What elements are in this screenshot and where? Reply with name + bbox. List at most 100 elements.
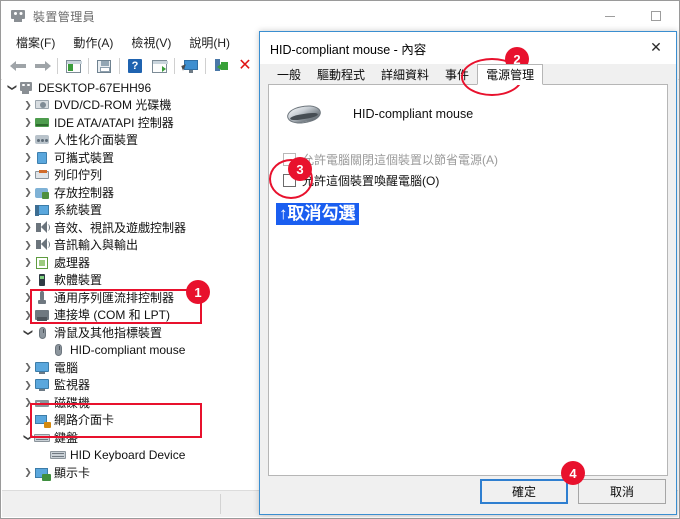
cpu-icon xyxy=(34,256,50,270)
tree-item-label: 顯示卡 xyxy=(54,465,91,480)
tree-item-label: 音訊輸入與輸出 xyxy=(54,238,139,253)
tab-general[interactable]: 一般 xyxy=(269,64,310,85)
tree-item-label: HID-compliant mouse xyxy=(70,343,186,358)
window-title: 裝置管理員 xyxy=(33,9,96,24)
menu-item-file[interactable]: 檔案(F) xyxy=(7,32,64,53)
dvd-icon xyxy=(34,98,50,112)
chevron-right-icon[interactable]: ❯ xyxy=(22,377,34,394)
device-properties-dialog: HID-compliant mouse - 內容 ✕ 一般 驅動程式 詳細資料 … xyxy=(259,31,677,515)
portable-icon xyxy=(34,151,50,165)
tree-item-label: 處理器 xyxy=(54,255,91,270)
tree-item-label: IDE ATA/ATAPI 控制器 xyxy=(54,115,174,130)
tree-item-label: 系統裝置 xyxy=(54,203,103,218)
tree-item-label: 連接埠 (COM 和 LPT) xyxy=(54,308,170,323)
tree-item-label: 滑鼠及其他指標裝置 xyxy=(54,325,163,340)
dialog-title: HID-compliant mouse - 內容 xyxy=(270,42,427,57)
chevron-right-icon[interactable]: ❯ xyxy=(22,97,34,114)
chevron-right-icon[interactable]: ❯ xyxy=(22,272,34,289)
tab-events[interactable]: 事件 xyxy=(437,64,478,85)
device-manager-icon xyxy=(10,8,26,24)
tab-details[interactable]: 詳細資料 xyxy=(373,64,438,85)
annotation-badge-1: 1 xyxy=(186,280,210,304)
annotation-badge-4: 4 xyxy=(561,461,585,485)
tree-item-label: 電腦 xyxy=(54,360,79,375)
hid-icon xyxy=(34,133,50,147)
tab-power-management[interactable]: 電源管理 xyxy=(477,64,544,85)
annotation-uncheck-note: ↑取消勾選 xyxy=(276,203,359,225)
chevron-right-icon[interactable]: ❯ xyxy=(22,167,34,184)
window-controls xyxy=(587,1,679,31)
power-management-panel: HID-compliant mouse 允許電腦關閉這個裝置以節省電源(A) 允… xyxy=(268,84,668,476)
chevron-right-icon[interactable]: ❯ xyxy=(22,412,34,429)
back-arrow-icon[interactable] xyxy=(6,55,30,77)
com-port-icon xyxy=(34,308,50,322)
chevron-right-icon[interactable]: ❯ xyxy=(22,184,34,201)
dialog-tabstrip: 一般 驅動程式 詳細資料 事件 電源管理 xyxy=(261,64,675,85)
uninstall-device-icon[interactable]: ✕ xyxy=(233,55,257,77)
chevron-right-icon[interactable]: ❯ xyxy=(22,237,34,254)
forward-arrow-icon[interactable] xyxy=(30,55,54,77)
chevron-right-icon[interactable]: ❯ xyxy=(22,202,34,219)
disk-drive-icon xyxy=(34,396,50,410)
chevron-right-icon[interactable]: ❯ xyxy=(22,219,34,236)
storage-icon xyxy=(34,186,50,200)
update-driver-icon[interactable] xyxy=(147,55,171,77)
tree-item-label: 磁碟機 xyxy=(54,395,91,410)
software-icon xyxy=(34,273,50,287)
toolbar-separator xyxy=(174,58,175,74)
mouse-icon xyxy=(50,343,66,357)
tree-item-label: 列印佇列 xyxy=(54,168,103,183)
sound-icon xyxy=(34,238,50,252)
menu-item-action[interactable]: 動作(A) xyxy=(64,32,122,53)
menu-item-view[interactable]: 檢視(V) xyxy=(122,32,180,53)
tree-item-label: 鍵盤 xyxy=(54,430,79,445)
chevron-right-icon[interactable]: ❯ xyxy=(22,289,34,306)
window-titlebar: 裝置管理員 xyxy=(1,1,679,31)
tree-item-label: 存放控制器 xyxy=(54,185,115,200)
help-icon[interactable]: ? xyxy=(123,55,147,77)
chevron-right-icon[interactable]: ❯ xyxy=(22,132,34,149)
minimize-button[interactable] xyxy=(587,1,633,31)
chevron-right-icon[interactable]: ❯ xyxy=(22,359,34,376)
save-icon[interactable] xyxy=(92,55,116,77)
chevron-right-icon[interactable]: ❯ xyxy=(22,464,34,481)
device-header: HID-compliant mouse xyxy=(283,99,473,129)
toolbar-separator xyxy=(88,58,89,74)
cancel-button[interactable]: 取消 xyxy=(578,479,666,504)
close-icon[interactable]: ✕ xyxy=(636,32,676,63)
toolbar-separator xyxy=(205,58,206,74)
display-adapter-icon xyxy=(34,466,51,481)
checkbox-label-allow-device-wake: 允許這個裝置喚醒電腦(O) xyxy=(302,174,440,188)
computer-icon xyxy=(18,81,34,95)
disable-device-icon[interactable] xyxy=(209,55,233,77)
monitor-icon xyxy=(34,361,50,375)
tree-item-label: DVD/CD-ROM 光碟機 xyxy=(54,98,172,113)
mouse-icon xyxy=(283,99,325,129)
tab-driver[interactable]: 驅動程式 xyxy=(309,64,374,85)
tree-item-label: 人性化介面裝置 xyxy=(54,133,139,148)
tree-item-label: DESKTOP-67EHH96 xyxy=(38,80,152,95)
chevron-right-icon[interactable]: ❯ xyxy=(22,394,34,411)
chevron-right-icon[interactable]: ❯ xyxy=(22,149,34,166)
checkbox-row-power-save[interactable]: 允許電腦關閉這個裝置以節省電源(A) xyxy=(283,151,498,168)
usb-icon xyxy=(34,290,50,305)
network-icon xyxy=(34,413,51,429)
tree-item-label: 網路介面卡 xyxy=(54,413,115,428)
tree-item-label: 音效、視訊及遊戲控制器 xyxy=(54,220,187,235)
checkbox-label-allow-computer-turn-off: 允許電腦關閉這個裝置以節省電源(A) xyxy=(302,153,498,167)
maximize-button[interactable] xyxy=(633,1,679,31)
toolbar-separator xyxy=(119,58,120,74)
chevron-right-icon[interactable]: ❯ xyxy=(22,254,34,271)
tree-item-label: HID Keyboard Device xyxy=(70,448,186,463)
annotation-badge-3: 3 xyxy=(288,157,312,181)
keyboard-icon xyxy=(34,431,50,445)
menu-item-help[interactable]: 說明(H) xyxy=(180,32,239,53)
chevron-right-icon[interactable]: ❯ xyxy=(22,307,34,324)
scan-hardware-icon[interactable] xyxy=(178,55,202,77)
tree-item-label: 通用序列匯流排控制器 xyxy=(54,290,175,305)
properties-panel-icon[interactable] xyxy=(61,55,85,77)
chevron-right-icon[interactable]: ❯ xyxy=(22,114,34,131)
ok-button[interactable]: 確定 xyxy=(480,479,568,504)
